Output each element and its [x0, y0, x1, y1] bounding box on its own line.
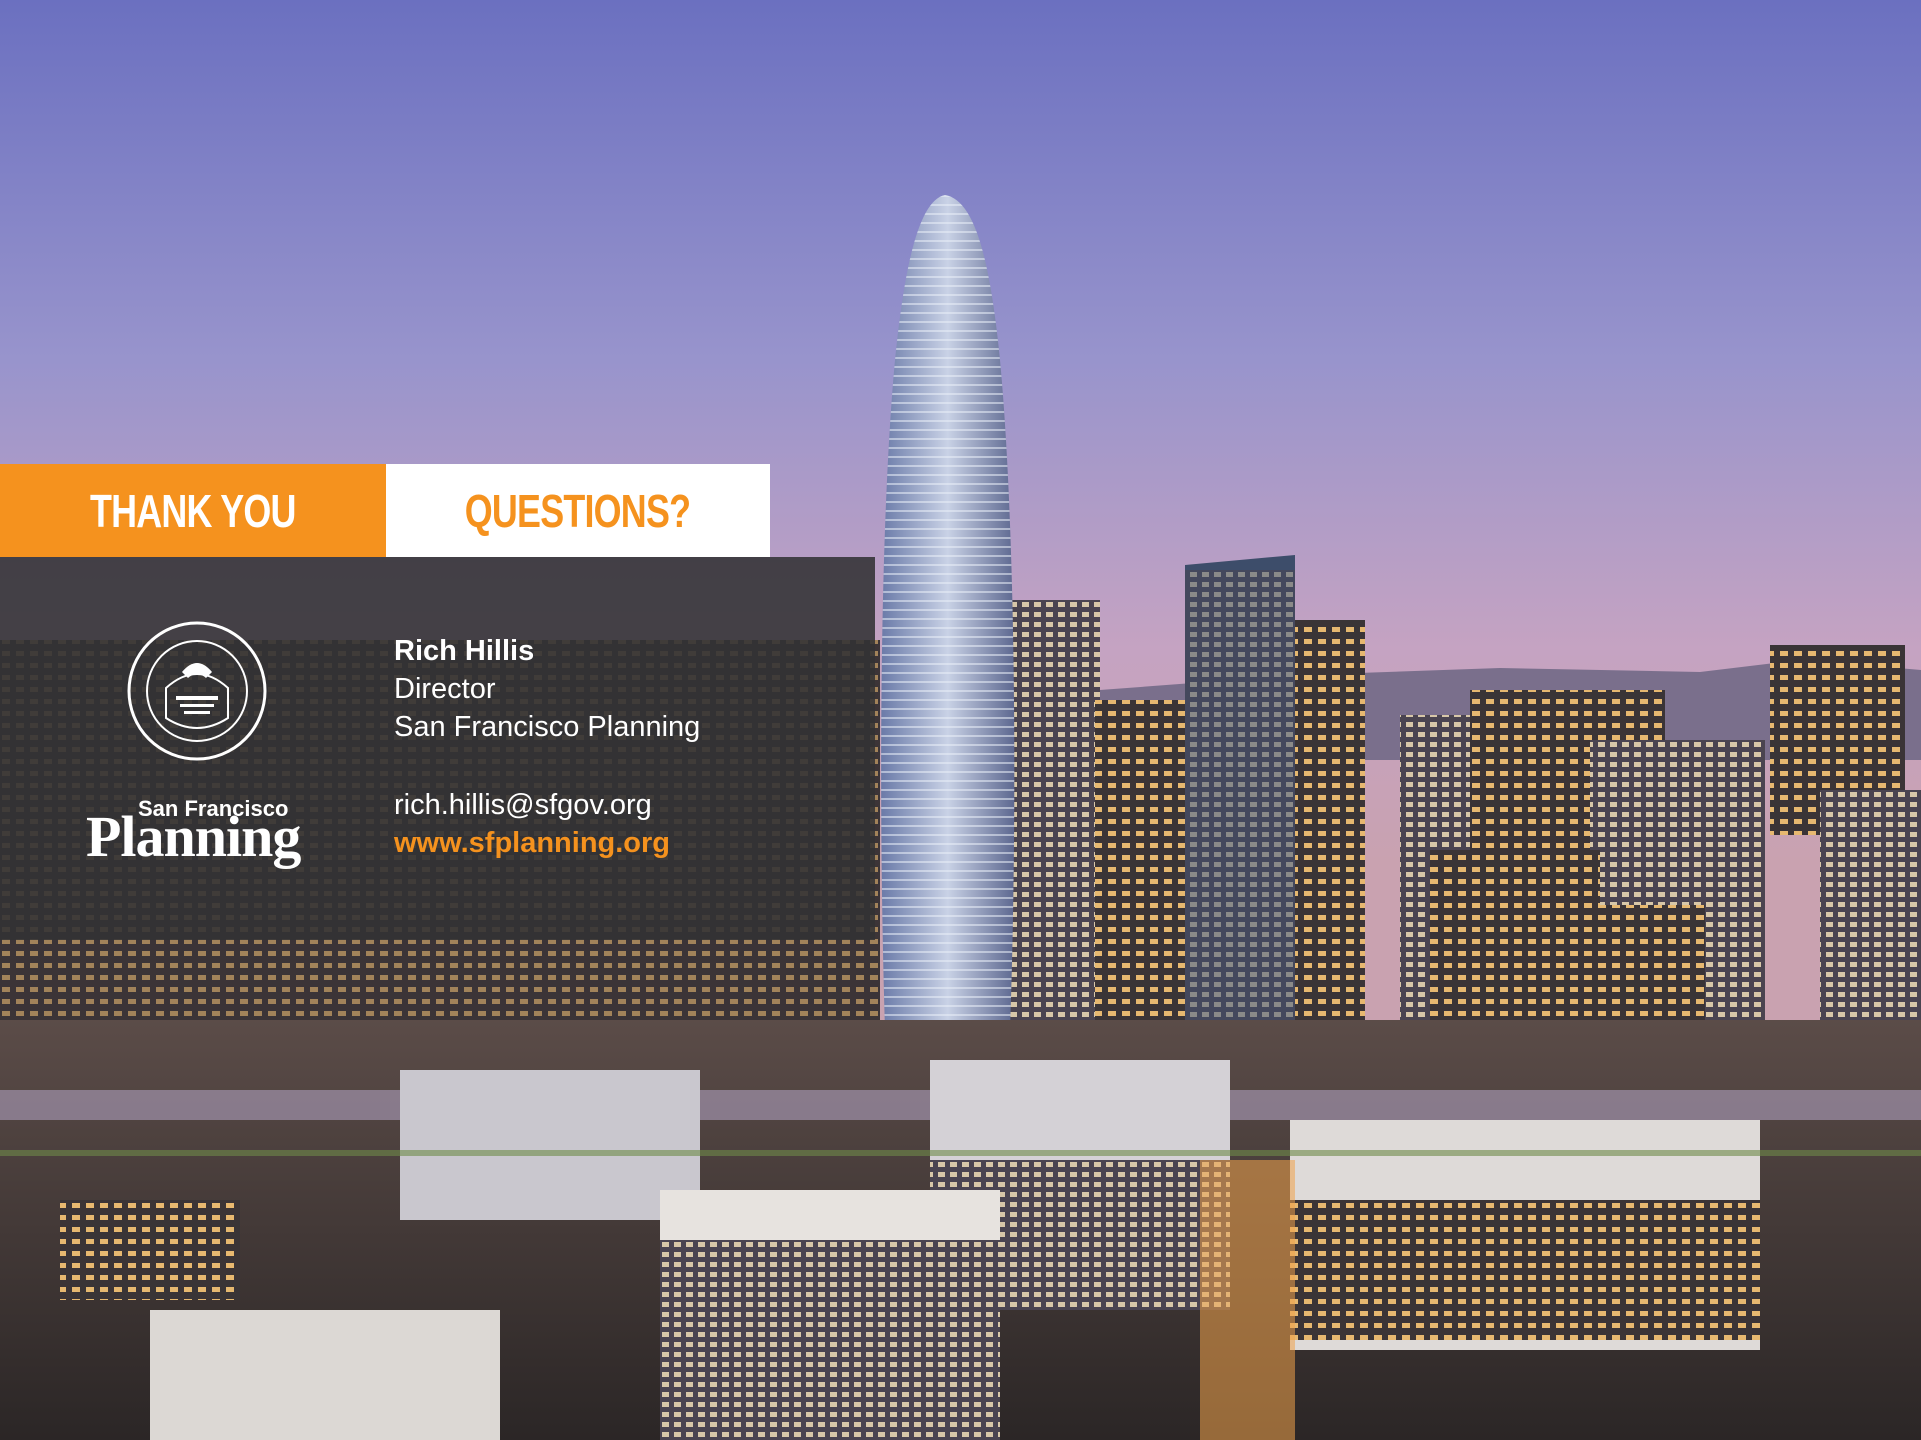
contact-name: Rich Hillis [394, 635, 535, 667]
questions-band: QUESTIONS? [386, 464, 770, 557]
thank-you-band: THANK YOU [0, 464, 386, 557]
contact-organization: San Francisco Planning [394, 711, 701, 743]
logo-planning-text: Planning [86, 804, 301, 869]
thank-you-slide: THANK YOU QUESTIONS? San Francisco Plann… [0, 0, 1921, 1440]
contact-email-link[interactable]: rich.hillis@sfgov.org [394, 786, 652, 824]
city-seal-icon [127, 621, 267, 761]
questions-text: QUESTIONS? [465, 484, 691, 537]
contact-title: Director [394, 673, 496, 705]
website-link[interactable]: www.sfplanning.org [394, 824, 670, 862]
thank-you-text: THANK YOU [90, 484, 296, 537]
